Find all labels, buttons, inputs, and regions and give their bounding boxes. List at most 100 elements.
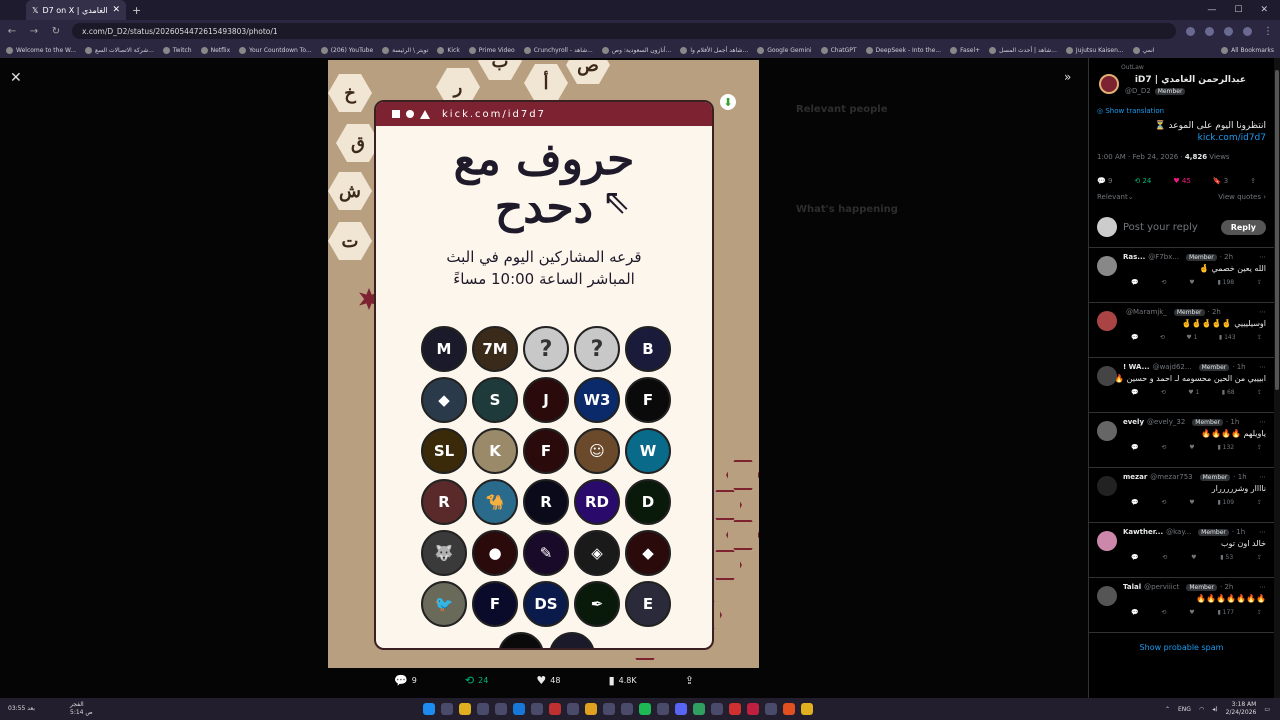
views-action[interactable]: ▮ 109 [1217, 499, 1234, 506]
new-tab-button[interactable]: + [132, 4, 141, 17]
reply-icon[interactable]: 💬 [1131, 554, 1138, 561]
more-icon[interactable]: ⋯ [1259, 473, 1266, 481]
like-action[interactable]: ♥ [1189, 444, 1194, 451]
language-indicator[interactable]: ENG [1178, 706, 1191, 713]
reply-handle[interactable]: @kay... [1166, 528, 1191, 536]
repost-icon[interactable]: ⟲ [1161, 609, 1166, 616]
reply-stat[interactable]: 💬 9 [1097, 177, 1112, 185]
more-icon[interactable]: ⋯ [1259, 418, 1266, 426]
prayer-widget[interactable]: بعد 03:55 [0, 705, 70, 713]
reply-avatar[interactable] [1097, 256, 1117, 276]
bookmark-item[interactable]: شاهد | أحدث المسل... [989, 46, 1057, 54]
bookmark-item[interactable]: Google Gemini [757, 46, 812, 54]
bookmark-item[interactable]: ChatGPT [820, 46, 857, 54]
reply-author[interactable]: Talal [1123, 583, 1141, 591]
app-icon[interactable] [620, 703, 633, 715]
share-icon[interactable]: ⇪ [1257, 499, 1262, 506]
reply-handle[interactable]: @F7bx... [1148, 253, 1179, 261]
repost-icon[interactable]: ⟲ [1161, 389, 1166, 396]
share-action[interactable]: ⇪ [685, 674, 694, 687]
reply-item[interactable]: Kawther... @kay... Member · 1h ⋯ خالد او… [1089, 523, 1274, 578]
more-icon[interactable]: ⋯ [1259, 583, 1266, 591]
app-icon[interactable] [728, 703, 741, 715]
reply-avatar[interactable] [1097, 366, 1117, 386]
notifications-icon[interactable]: ▭ [1264, 706, 1270, 713]
bookmark-item[interactable]: Kick [437, 46, 460, 54]
reply-handle[interactable]: @perviiict [1144, 583, 1179, 591]
scrollbar-thumb[interactable] [1275, 70, 1279, 390]
reply-time[interactable]: · 1h [1232, 363, 1245, 371]
like-action[interactable]: ♥ 1 [1188, 389, 1199, 396]
views-action[interactable]: ▮ 68 [1222, 389, 1235, 396]
reply-time[interactable]: · 2h [1220, 583, 1233, 591]
extension-icon[interactable] [1205, 26, 1214, 36]
repost-icon[interactable]: ⟲ [1161, 279, 1166, 286]
more-icon[interactable]: ⋯ [1259, 308, 1266, 316]
back-icon[interactable]: ← [6, 26, 18, 37]
system-clock[interactable]: 3:18 AM 2/24/2026 [1226, 701, 1257, 717]
views-action[interactable]: ▮ 132 [1217, 444, 1234, 451]
app-icon[interactable] [512, 703, 525, 715]
like-action[interactable]: ♥ 48 [536, 674, 560, 687]
bookmark-item[interactable]: شاهد أجمل الأفلام وا... [680, 46, 748, 54]
repost-icon[interactable]: ⟲ [1161, 444, 1166, 451]
tab-active[interactable]: 𝕏 D7 on X | عبدالرحمن الغامدي 🏅 ✕ [26, 0, 126, 20]
bookmark-item[interactable]: انمي [1132, 46, 1154, 54]
reply-time[interactable]: · 2h [1208, 308, 1221, 316]
show-spam-link[interactable]: Show probable spam [1089, 643, 1274, 652]
reply-item[interactable]: Talal @perviiict Member · 2h ⋯ 🔥🔥🔥🔥🔥🔥🔥 💬… [1089, 578, 1274, 633]
app-icon[interactable] [476, 703, 489, 715]
bookmark-item[interactable]: Your Countdown To... [239, 46, 312, 54]
minimize-icon[interactable]: — [1207, 5, 1216, 15]
reply-handle[interactable]: @mezar753 [1150, 473, 1192, 481]
app-icon[interactable] [602, 703, 615, 715]
discord-icon[interactable] [674, 703, 687, 715]
wifi-icon[interactable]: ◠ [1199, 706, 1204, 713]
collapse-sidebar-icon[interactable]: » [1064, 70, 1071, 84]
bookmark-item[interactable]: All Bookmarks [1221, 46, 1274, 54]
tab-close-icon[interactable]: ✕ [112, 5, 120, 15]
author-avatar[interactable] [1099, 74, 1119, 94]
more-icon[interactable]: ⋯ [1259, 363, 1266, 371]
reply-icon[interactable]: 💬 [1131, 609, 1138, 616]
app-icon[interactable] [710, 703, 723, 715]
reply-item[interactable]: @Maramjk_ Member · 2h ⋯ اوسيليييي 🤞🤞🤞🤞🤞 … [1089, 303, 1274, 358]
like-action[interactable]: ♥ 1 [1186, 334, 1197, 341]
reply-time[interactable]: · 1h [1226, 418, 1239, 426]
reply-time[interactable]: · 1h [1232, 528, 1245, 536]
download-icon[interactable]: ⬇ [720, 94, 736, 110]
repost-icon[interactable]: ⟲ [1162, 554, 1167, 561]
bookmark-item[interactable]: Welcome to the W... [6, 46, 76, 54]
reply-item[interactable]: evely @evely_32 Member · 1h ⋯ ياويلهم 🔥🔥… [1089, 413, 1274, 468]
reply-item[interactable]: ! WA... @wajd62... Member · 1h ⋯ ابيييي … [1089, 358, 1274, 413]
reply-avatar[interactable] [1097, 586, 1117, 606]
views-action[interactable]: ▮ 198 [1217, 279, 1234, 286]
reply-avatar[interactable] [1097, 531, 1117, 551]
share-icon[interactable]: ⇪ [1257, 389, 1262, 396]
app-icon[interactable] [764, 703, 777, 715]
repost-icon[interactable]: ⟲ [1160, 334, 1165, 341]
views-action[interactable]: ▮ 4.8K [609, 674, 637, 687]
extension-icon[interactable] [1224, 26, 1233, 36]
extension-icon[interactable] [1186, 26, 1195, 36]
reply-author[interactable]: Kawther... [1123, 528, 1163, 536]
views-action[interactable]: ▮ 53 [1220, 554, 1233, 561]
profile-icon[interactable] [1243, 26, 1252, 36]
app-icon[interactable] [656, 703, 669, 715]
share-icon[interactable]: ⇪ [1257, 609, 1262, 616]
bookmark-stat[interactable]: 🔖 3 [1213, 177, 1228, 185]
start-icon[interactable] [422, 703, 435, 715]
reply-author[interactable]: mezar [1123, 473, 1147, 481]
reply-avatar[interactable] [1097, 476, 1117, 496]
sort-dropdown[interactable]: Relevant⌄ [1097, 193, 1134, 201]
share-icon[interactable]: ⇪ [1257, 444, 1262, 451]
reply-author[interactable]: Ras... [1123, 253, 1145, 261]
views-action[interactable]: ▮ 143 [1219, 334, 1236, 341]
share-icon[interactable]: ⇪ [1257, 279, 1262, 286]
more-icon[interactable]: ⋯ [1259, 253, 1266, 261]
more-icon[interactable]: ⋯ [1259, 528, 1266, 536]
views-action[interactable]: ▮ 177 [1217, 609, 1234, 616]
volume-icon[interactable]: ◂) [1212, 706, 1217, 713]
bookmark-item[interactable]: Netflix [200, 46, 230, 54]
bookmark-item[interactable]: Prime Video [468, 46, 515, 54]
